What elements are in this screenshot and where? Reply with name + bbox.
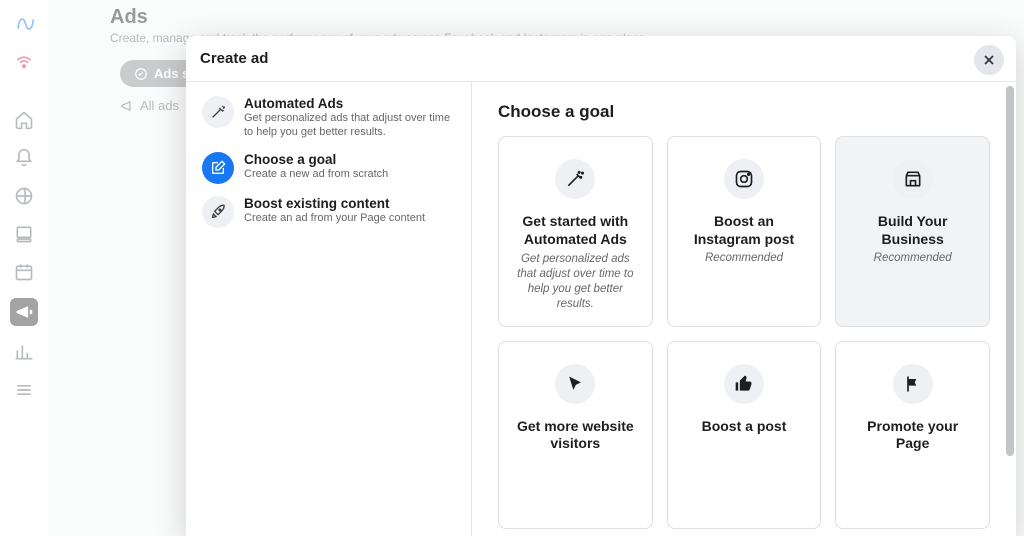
ads-icon[interactable] [10, 298, 38, 326]
scrollbar-thumb[interactable] [1006, 86, 1014, 456]
card-boost-instagram[interactable]: Boost an Instagram post Recommended [667, 136, 822, 327]
card-desc: Get personalized ads that adjust over ti… [513, 252, 638, 312]
ad-type-list: Automated Ads Get personalized ads that … [186, 82, 472, 536]
card-label: Boost a post [702, 418, 787, 436]
wand-icon [555, 159, 595, 199]
page-title: Ads [110, 6, 648, 29]
modal-header: Create ad [186, 36, 1016, 82]
ads-summary-label: Ads s [154, 66, 189, 81]
close-button[interactable] [974, 45, 1004, 75]
list-item-sub: Create an ad from your Page content [244, 212, 425, 226]
card-label: Build Your Business [850, 213, 975, 248]
list-item-label: Boost existing content [244, 196, 425, 211]
home-icon[interactable] [12, 108, 36, 132]
calendar-icon[interactable] [12, 260, 36, 284]
goal-pane: Choose a goal Get started with Automated… [472, 82, 1016, 536]
list-item-boost-existing[interactable]: Boost existing content Create an ad from… [196, 190, 461, 234]
modal-scrollbar[interactable] [1006, 82, 1014, 536]
list-item-label: Choose a goal [244, 152, 388, 167]
wifi-icon[interactable] [12, 50, 36, 74]
card-boost-post[interactable]: Boost a post [667, 341, 822, 529]
card-label: Promote your Page [850, 418, 975, 453]
meta-logo-icon [12, 12, 36, 36]
all-ads-label: All ads [140, 98, 179, 113]
card-label: Get started with Automated Ads [513, 213, 638, 248]
rocket-icon [202, 196, 234, 228]
list-item-label: Automated Ads [244, 96, 455, 111]
list-item-automated-ads[interactable]: Automated Ads Get personalized ads that … [196, 90, 461, 146]
create-ad-modal: Create ad Automated Ads Get personalized… [186, 36, 1016, 536]
edit-icon [202, 152, 234, 184]
card-promote-page[interactable]: Promote your Page [835, 341, 990, 529]
left-nav-rail [0, 0, 48, 536]
menu-icon[interactable] [12, 378, 36, 402]
insights-icon[interactable] [12, 340, 36, 364]
card-label: Get more website visitors [513, 418, 638, 453]
card-website-visitors[interactable]: Get more website visitors [498, 341, 653, 529]
card-build-business[interactable]: Build Your Business Recommended [835, 136, 990, 327]
list-item-choose-goal[interactable]: Choose a goal Create a new ad from scrat… [196, 146, 461, 190]
cursor-icon [555, 364, 595, 404]
pane-title: Choose a goal [498, 102, 990, 122]
card-automated-ads[interactable]: Get started with Automated Ads Get perso… [498, 136, 653, 327]
all-ads-link[interactable]: All ads [120, 98, 179, 113]
posts-icon[interactable] [12, 222, 36, 246]
wand-icon [202, 96, 234, 128]
instagram-icon [724, 159, 764, 199]
storefront-icon [893, 159, 933, 199]
bell-icon[interactable] [12, 146, 36, 170]
flag-icon [893, 364, 933, 404]
thumbs-up-icon [724, 364, 764, 404]
close-icon [981, 52, 997, 68]
list-item-sub: Create a new ad from scratch [244, 168, 388, 182]
card-recommended: Recommended [705, 252, 783, 264]
card-recommended: Recommended [874, 252, 952, 264]
list-item-sub: Get personalized ads that adjust over ti… [244, 112, 455, 140]
modal-title: Create ad [200, 50, 268, 67]
planner-icon[interactable] [12, 184, 36, 208]
card-label: Boost an Instagram post [682, 213, 807, 248]
